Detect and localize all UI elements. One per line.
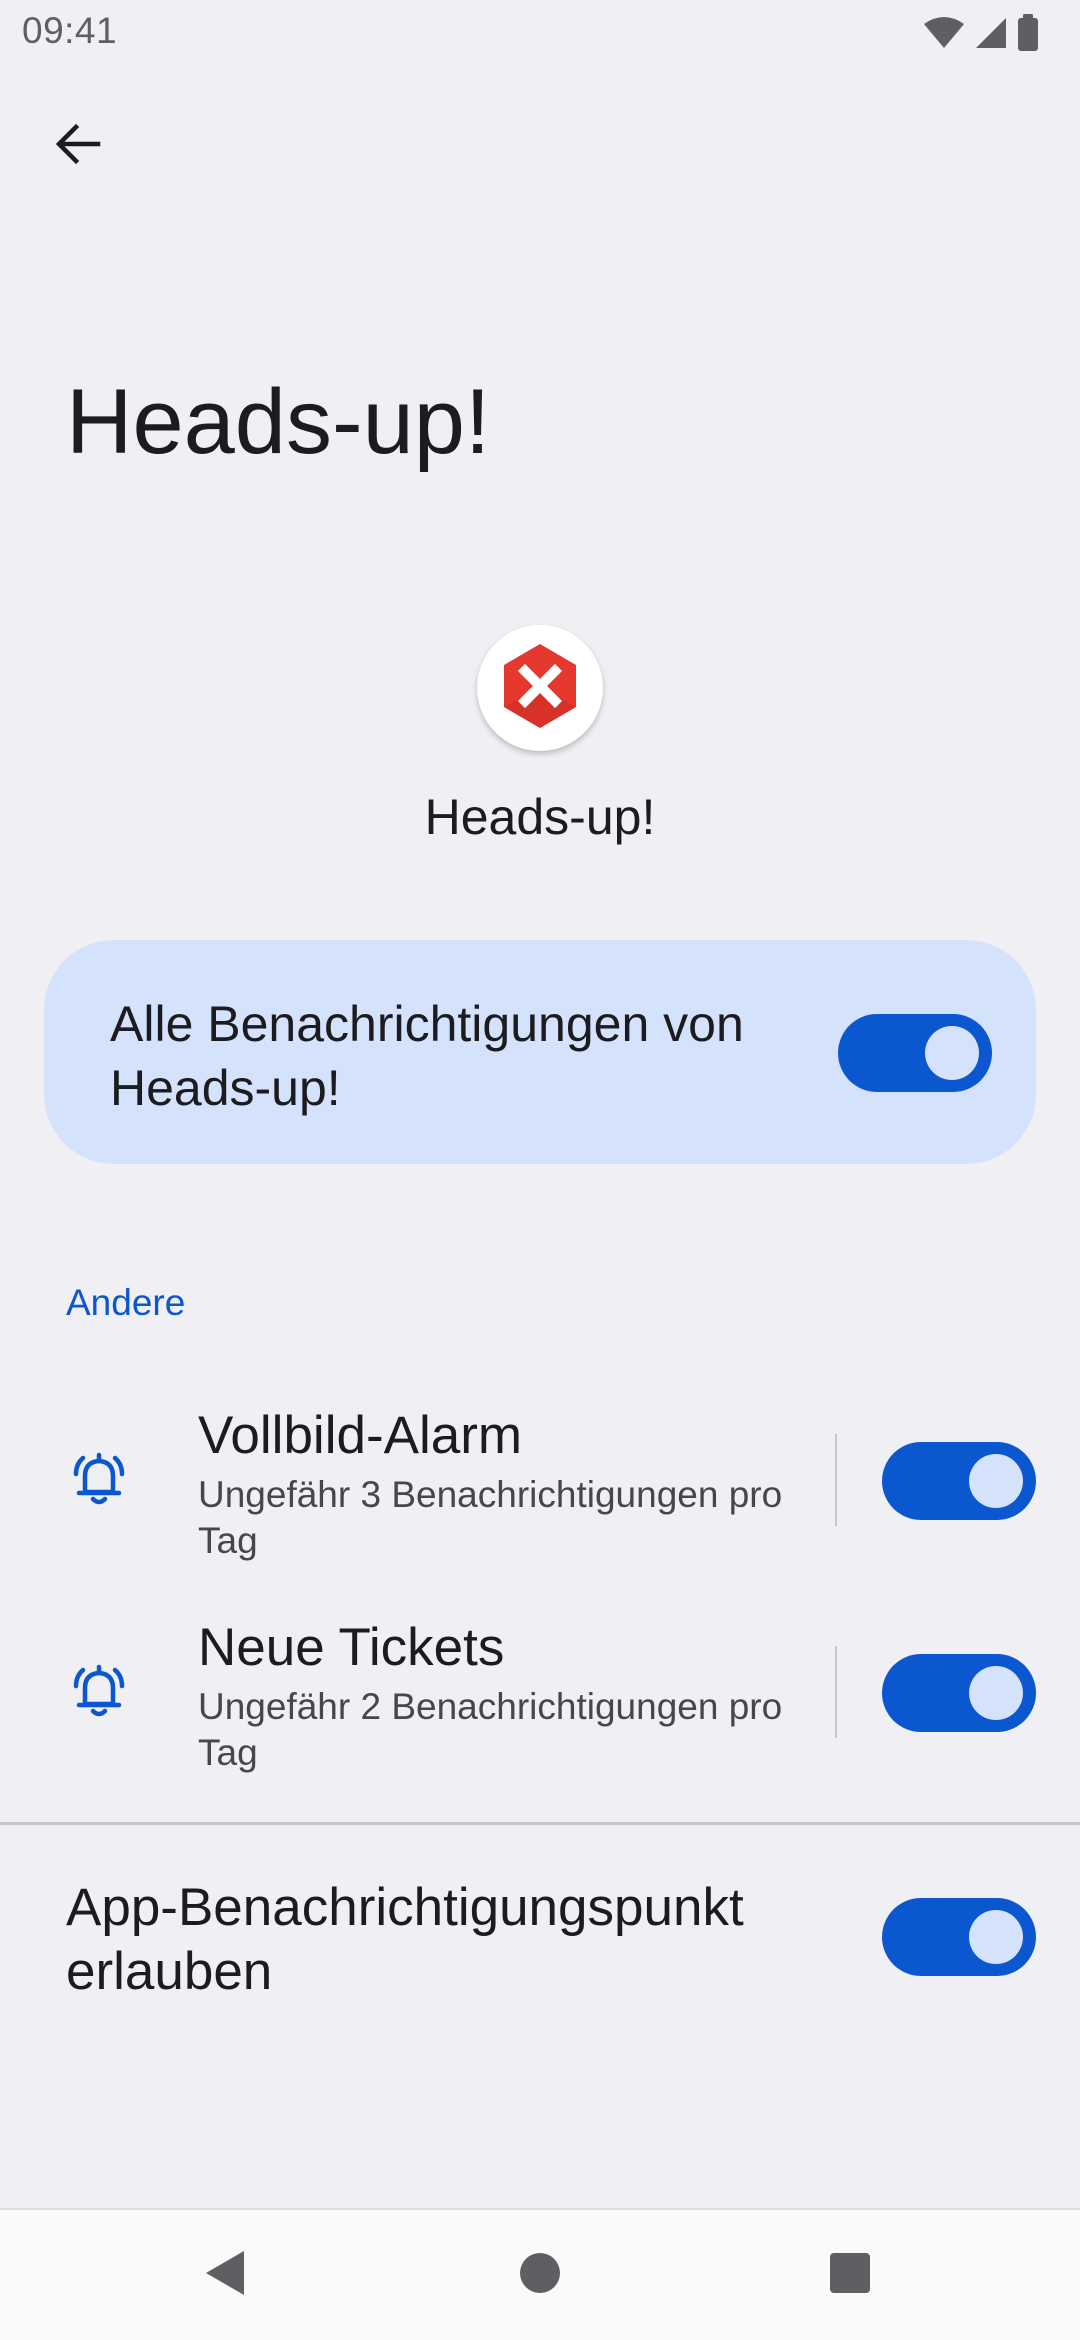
back-triangle-icon [202, 2248, 248, 2303]
channel-subtitle: Ungefähr 3 Benachrichtigungen pro Tag [198, 1474, 783, 1561]
signal-icon [972, 16, 1008, 50]
nav-home-button[interactable] [505, 2240, 575, 2310]
section-header-other: Andere [66, 1282, 186, 1323]
section-divider [0, 1822, 1080, 1825]
wifi-icon [924, 16, 964, 50]
toggle-knob [925, 1026, 979, 1080]
page-title: Heads-up! [66, 371, 491, 473]
toggle-knob [969, 1910, 1023, 1964]
toggle-knob [969, 1454, 1023, 1508]
app-name: Heads-up! [424, 789, 656, 845]
all-notifications-label: Alle Benachrichtigungen von Heads-up! [110, 996, 744, 1116]
channel-title: Neue Tickets [198, 1618, 505, 1677]
recents-square-icon [828, 2251, 872, 2300]
toggle-knob [969, 1666, 1023, 1720]
nav-back-button[interactable] [190, 2240, 260, 2310]
nav-recents-button[interactable] [815, 2240, 885, 2310]
channel-toggle-vollbild-alarm[interactable] [882, 1442, 1036, 1520]
notification-dot-toggle[interactable] [882, 1898, 1036, 1976]
channel-row-neue-tickets[interactable]: Neue Tickets Ungefähr 2 Benachrichtigung… [0, 1612, 1080, 1812]
battery-icon [1016, 14, 1040, 52]
status-time: 09:41 [22, 10, 118, 51]
bell-ring-icon [66, 1658, 132, 1724]
all-notifications-card[interactable]: Alle Benachrichtigungen von Heads-up! [44, 940, 1036, 1164]
app-icon [477, 625, 603, 751]
channel-title: Vollbild-Alarm [198, 1406, 523, 1465]
channel-toggle-neue-tickets[interactable] [882, 1654, 1036, 1732]
arrow-back-icon [52, 118, 104, 175]
channel-subtitle: Ungefähr 2 Benachrichtigungen pro Tag [198, 1686, 783, 1773]
status-icons [924, 14, 1040, 52]
navigation-bar [0, 2208, 1080, 2340]
status-bar: 09:41 [0, 0, 1080, 66]
bell-ring-icon [66, 1446, 132, 1512]
channel-row-vollbild-alarm[interactable]: Vollbild-Alarm Ungefähr 3 Benachrichtigu… [0, 1400, 1080, 1600]
app-error-hexagon-icon [494, 640, 586, 737]
notification-settings-screen: 09:41 Heads-up! Heads-up! Alle Benachric… [0, 0, 1080, 2340]
home-circle-icon [518, 2251, 562, 2300]
row-divider [835, 1646, 837, 1738]
all-notifications-toggle[interactable] [838, 1014, 992, 1092]
row-divider [835, 1434, 837, 1526]
back-button[interactable] [36, 104, 120, 188]
notification-dot-label: App-Benachrichtigungspunkt erlauben [66, 1878, 744, 2001]
